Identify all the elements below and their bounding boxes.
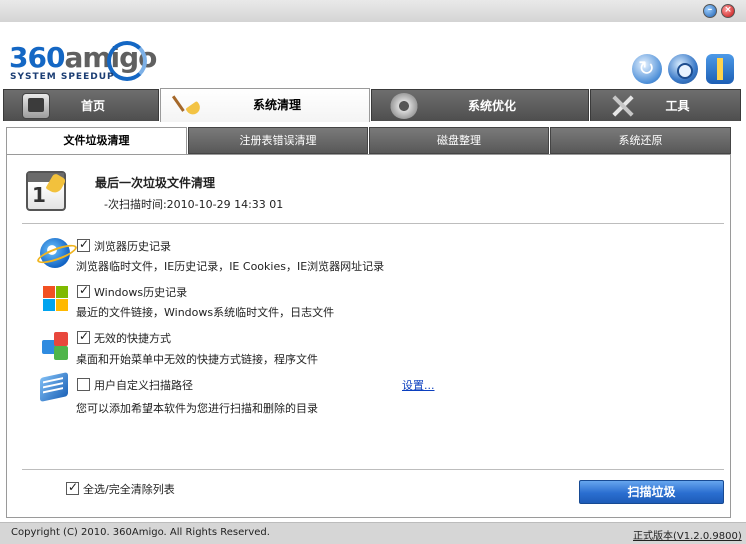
scan-junk-button[interactable]: 扫描垃圾 (579, 480, 724, 504)
nav-tab-tools[interactable]: 工具 (590, 89, 741, 121)
subtab-registry-clean[interactable]: 注册表错误清理 (188, 127, 368, 154)
nav-tab-home[interactable]: 首页 (3, 89, 159, 121)
nav-tab-system-optimize-label: 系统优化 (467, 99, 516, 113)
nav-tab-home-label: 首页 (80, 99, 105, 113)
logo-360-text: 360 (9, 41, 65, 74)
windows-history-label[interactable]: Windows历史记录 (94, 284, 187, 300)
main-nav: 首页 系统清理 系统优化 工具 (3, 88, 741, 122)
status-bar: Copyright (C) 2010. 360Amigo. All Rights… (0, 522, 746, 544)
subtab-system-restore[interactable]: 系统还原 (550, 127, 731, 154)
logo-subtitle: SYSTEM SPEEDUP (10, 72, 115, 82)
custom-path-desc: 您可以添加希望本软件为您进行扫描和删除的目录 (76, 402, 318, 415)
title-bar: – × (0, 0, 746, 22)
browser-history-desc: 浏览器临时文件，IE历史记录，IE Cookies，IE浏览器网址记录 (76, 260, 385, 273)
blocks-icon (40, 330, 70, 360)
subtab-disk-defrag[interactable]: 磁盘整理 (369, 127, 549, 154)
select-all-checkbox[interactable] (66, 480, 79, 495)
settings-link[interactable]: 设置... (402, 377, 435, 393)
settings-gear-icon[interactable] (668, 54, 698, 84)
browser-history-label[interactable]: 浏览器历史记录 (94, 238, 171, 254)
nav-tab-system-clean[interactable]: 系统清理 (160, 88, 370, 122)
version-link[interactable]: 正式版本(V1.2.0.9800) (633, 527, 742, 542)
windows-history-checkbox[interactable] (77, 283, 90, 298)
header: 360amigo SYSTEM SPEEDUP (0, 22, 746, 86)
nav-tab-system-clean-label: 系统清理 (252, 98, 301, 112)
nav-tab-system-optimize[interactable]: 系统优化 (371, 89, 589, 121)
life-vest-icon[interactable] (706, 54, 734, 84)
invalid-shortcuts-label[interactable]: 无效的快捷方式 (94, 330, 171, 346)
select-all-label[interactable]: 全选/完全清除列表 (83, 481, 175, 497)
invalid-shortcuts-checkbox[interactable] (77, 329, 90, 344)
copyright-text: Copyright (C) 2010. 360Amigo. All Rights… (11, 527, 270, 538)
divider (22, 469, 724, 470)
minimize-icon[interactable]: – (703, 4, 717, 18)
calendar-broom-icon: 1 (26, 171, 67, 211)
custom-path-checkbox[interactable] (77, 378, 90, 391)
windows-icon (40, 283, 70, 313)
close-icon[interactable]: × (721, 4, 735, 18)
ie-browser-icon (40, 238, 70, 268)
sub-tabs: 文件垃圾清理 注册表错误清理 磁盘整理 系统还原 (6, 127, 731, 155)
windows-history-desc: 最近的文件链接，Windows系统临时文件，日志文件 (76, 306, 335, 319)
divider (22, 223, 724, 224)
subtab-file-junk-clean[interactable]: 文件垃圾清理 (6, 127, 187, 155)
last-scan-time: -次扫描时间:2010-10-29 14:33 01 (104, 198, 284, 211)
browser-history-checkbox[interactable] (77, 237, 90, 252)
nav-tab-tools-label: 工具 (665, 99, 690, 113)
last-clean-title: 最后一次垃圾文件清理 (95, 176, 216, 190)
refresh-icon[interactable] (632, 54, 662, 84)
invalid-shortcuts-desc: 桌面和开始菜单中无效的快捷方式链接，程序文件 (76, 353, 318, 366)
custom-path-label[interactable]: 用户自定义扫描路径 (94, 377, 193, 393)
